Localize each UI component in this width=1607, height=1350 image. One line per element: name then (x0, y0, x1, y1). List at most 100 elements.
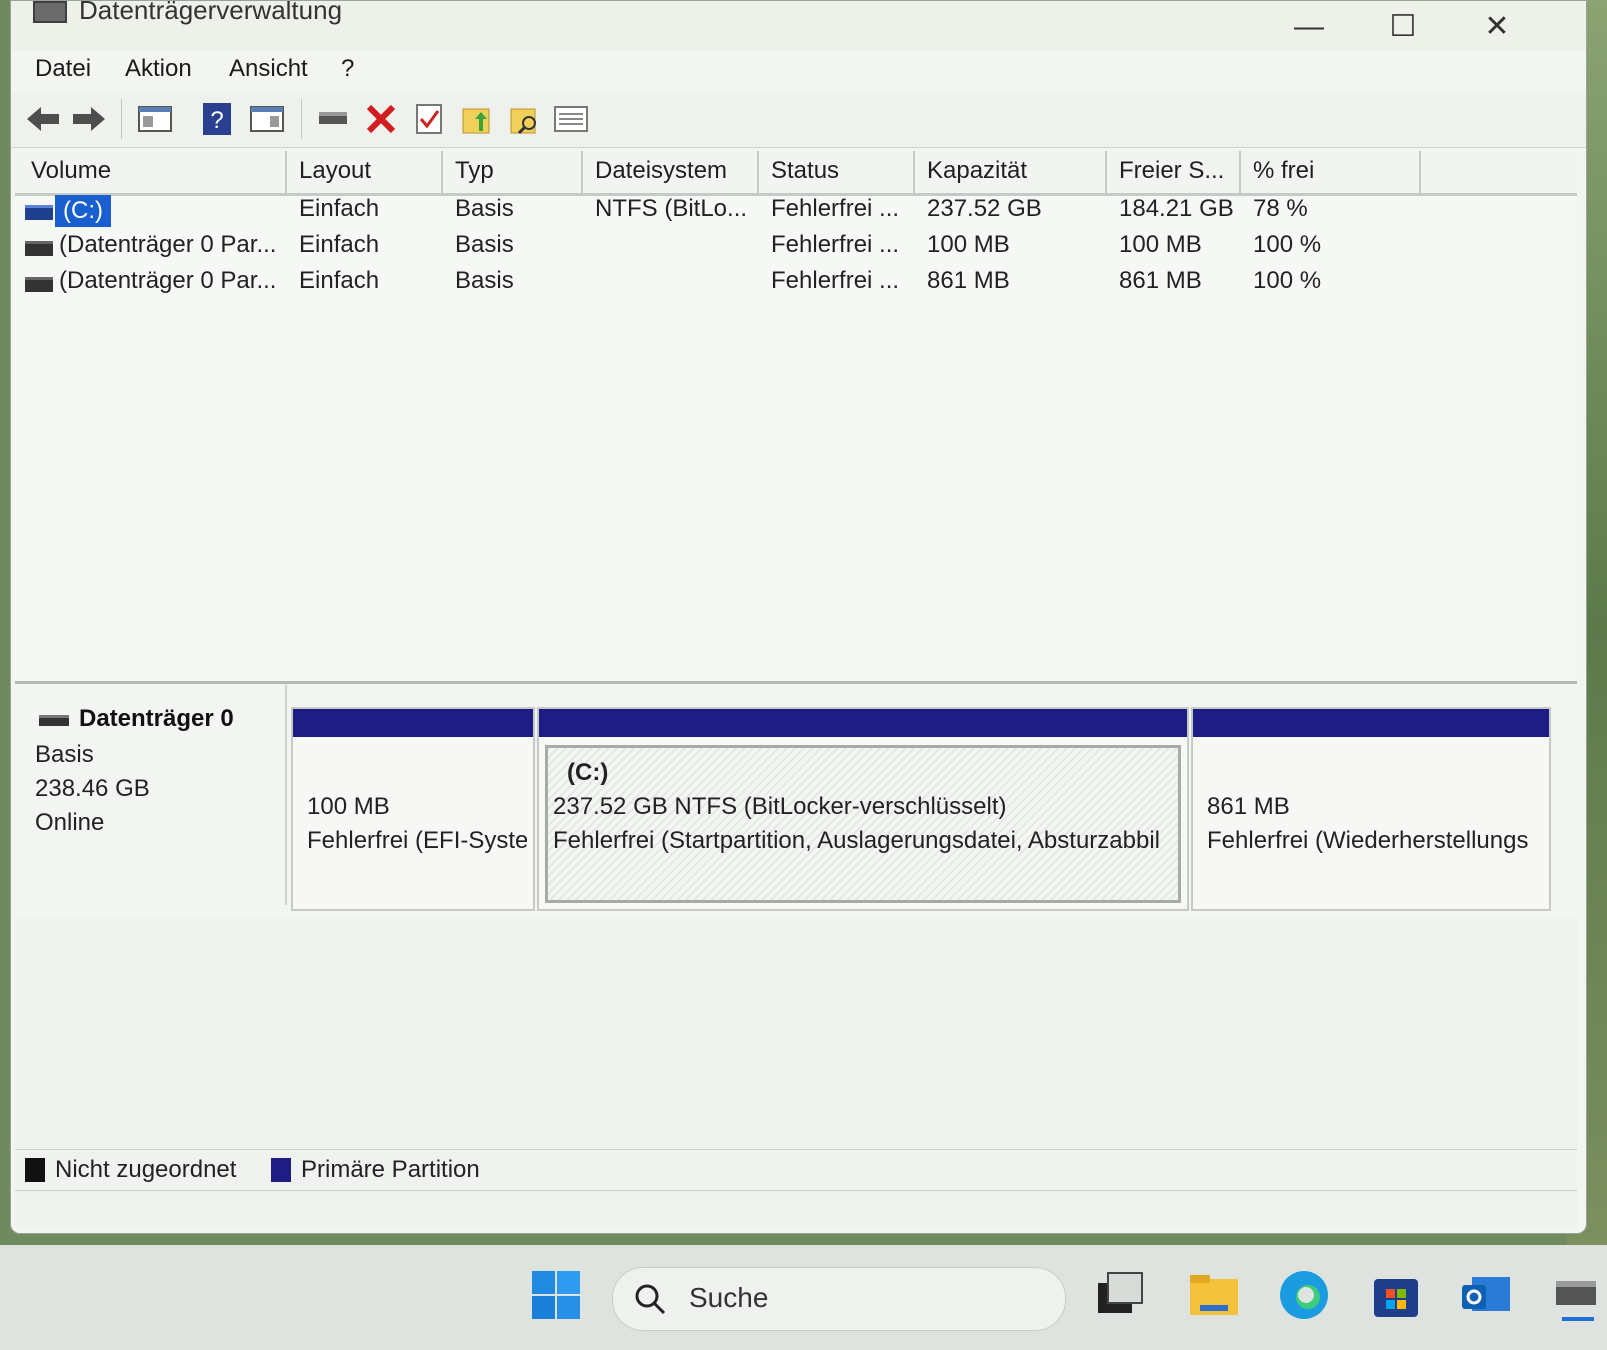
legend-swatch-unallocated (25, 1158, 45, 1182)
column-header-status[interactable]: Status (771, 157, 839, 185)
svg-text:?: ? (210, 107, 223, 134)
partition-size: 237.52 GB NTFS (BitLocker-verschlüsselt) (553, 793, 1007, 820)
partition-status: Fehlerfrei (EFI-Syste (307, 827, 527, 854)
cell-dateisystem: NTFS (BitLo... (595, 195, 748, 222)
menu-ansicht[interactable]: Ansicht (229, 55, 308, 83)
cell-status: Fehlerfrei ... (771, 267, 900, 294)
legend-label-unallocated: Nicht zugeordnet (55, 1156, 237, 1183)
cell-layout: Einfach (299, 231, 380, 258)
cell-layout: Einfach (299, 195, 380, 222)
column-header-dateisystem[interactable]: Dateisystem (595, 157, 727, 185)
disk-management-window: Datenträgerverwaltung — ☐ ✕ Datei Aktion… (10, 0, 1587, 1234)
disk-type: Basis (35, 741, 94, 768)
column-header-kapazitaet[interactable]: Kapazität (927, 157, 1027, 185)
toolbar-separator (301, 99, 302, 139)
outlook-icon[interactable] (1460, 1269, 1512, 1321)
partition-bar-primary (293, 709, 533, 737)
volume-name: (Datenträger 0 Par... (59, 231, 277, 258)
volume-name: (Datenträger 0 Par... (59, 267, 277, 294)
folder-up-icon[interactable] (457, 99, 497, 139)
file-explorer-icon[interactable] (1188, 1269, 1240, 1321)
table-row[interactable]: (Datenträger 0 Par... Einfach Basis Fehl… (15, 231, 1577, 266)
cell-freier-speicher: 184.21 GB (1119, 195, 1234, 222)
cell-prozent-frei: 100 % (1253, 267, 1322, 294)
cell-typ: Basis (455, 195, 514, 222)
disk-icon (39, 715, 69, 726)
list-view-icon[interactable] (551, 99, 591, 139)
toolbar-separator (121, 99, 122, 139)
column-divider[interactable] (1105, 151, 1107, 193)
cell-prozent-frei: 78 % (1253, 195, 1308, 222)
toolbar: ? (11, 93, 1586, 148)
partition-selected-hatch (545, 745, 1181, 903)
table-row[interactable]: (C:) Einfach Basis NTFS (BitLo... Fehler… (15, 195, 1577, 230)
cell-layout: Einfach (299, 267, 380, 294)
volume-icon (25, 241, 53, 256)
search-icon (635, 1284, 666, 1315)
partition-status: Fehlerfrei (Wiederherstellungs (1207, 827, 1529, 854)
search-placeholder: Suche (689, 1282, 769, 1313)
windows-start-icon[interactable] (530, 1269, 582, 1321)
column-header-freier-speicher[interactable]: Freier S... (1119, 157, 1224, 185)
checkmark-icon[interactable] (409, 99, 449, 139)
title-bar[interactable]: Datenträgerverwaltung — ☐ ✕ (11, 1, 1586, 51)
partition-recovery[interactable]: 861 MB Fehlerfrei (Wiederherstellungs (1191, 707, 1551, 911)
menu-help[interactable]: ? (341, 55, 354, 83)
maximize-button[interactable]: ☐ (1373, 7, 1433, 47)
disk-graphical-view: Datenträger 0 Basis 238.46 GB Online 100… (15, 685, 1577, 921)
column-divider[interactable] (757, 151, 759, 193)
column-divider[interactable] (1419, 151, 1421, 193)
minimize-button[interactable]: — (1279, 7, 1339, 47)
properties-icon[interactable] (247, 99, 287, 139)
store-icon[interactable] (1370, 1269, 1422, 1321)
menu-datei[interactable]: Datei (35, 55, 91, 83)
menu-bar: Datei Aktion Ansicht ? (11, 51, 1586, 93)
cell-kapazitaet: 861 MB (927, 267, 1010, 294)
disk-name: Datenträger 0 (79, 705, 234, 732)
console-tree-icon[interactable] (135, 99, 175, 139)
column-divider[interactable] (285, 151, 287, 193)
delete-icon[interactable] (361, 99, 401, 139)
disk-state: Online (35, 809, 105, 836)
column-header-typ[interactable]: Typ (455, 157, 494, 185)
task-view-icon[interactable] (1094, 1269, 1146, 1321)
disk-management-icon[interactable] (1552, 1269, 1604, 1321)
column-divider[interactable] (441, 151, 443, 193)
column-divider[interactable] (1239, 151, 1241, 193)
column-divider[interactable] (913, 151, 915, 193)
volume-name: (C:) (55, 195, 111, 227)
forward-icon[interactable] (69, 99, 109, 139)
column-header-volume[interactable]: Volume (31, 157, 111, 185)
help-icon[interactable]: ? (197, 99, 237, 139)
legend: Nicht zugeordnet Primäre Partition (15, 1149, 1577, 1191)
connect-icon[interactable] (313, 99, 353, 139)
volume-list-header: Volume Layout Typ Dateisystem Status Kap… (15, 151, 1577, 196)
search-folder-icon[interactable] (505, 99, 545, 139)
cell-typ: Basis (455, 231, 514, 258)
cell-status: Fehlerfrei ... (771, 195, 900, 222)
cell-freier-speicher: 100 MB (1119, 231, 1202, 258)
volume-icon (25, 205, 53, 220)
disk-management-app-icon (33, 1, 67, 23)
column-header-layout[interactable]: Layout (299, 157, 371, 185)
cell-prozent-frei: 100 % (1253, 231, 1322, 258)
table-row[interactable]: (Datenträger 0 Par... Einfach Basis Fehl… (15, 267, 1577, 302)
taskbar-search-box[interactable]: Suche (612, 1267, 1066, 1331)
menu-aktion[interactable]: Aktion (125, 55, 192, 83)
volume-icon (25, 277, 53, 292)
edge-icon[interactable] (1278, 1269, 1330, 1321)
taskbar: Suche (0, 1245, 1607, 1350)
cell-kapazitaet: 237.52 GB (927, 195, 1042, 222)
close-button[interactable]: ✕ (1467, 7, 1527, 47)
partition-size: 861 MB (1207, 793, 1290, 820)
back-icon[interactable] (23, 99, 63, 139)
status-bar (15, 1191, 1577, 1227)
window-title: Datenträgerverwaltung (79, 0, 343, 25)
partition-c[interactable]: (C:) 237.52 GB NTFS (BitLocker-verschlüs… (537, 707, 1189, 911)
column-header-prozent-frei[interactable]: % frei (1253, 157, 1314, 185)
partition-size: 100 MB (307, 793, 390, 820)
column-divider[interactable] (581, 151, 583, 193)
legend-swatch-primary (271, 1158, 291, 1182)
disk-0-label[interactable]: Datenträger 0 Basis 238.46 GB Online (15, 685, 287, 905)
partition-efi[interactable]: 100 MB Fehlerfrei (EFI-Syste (291, 707, 535, 911)
